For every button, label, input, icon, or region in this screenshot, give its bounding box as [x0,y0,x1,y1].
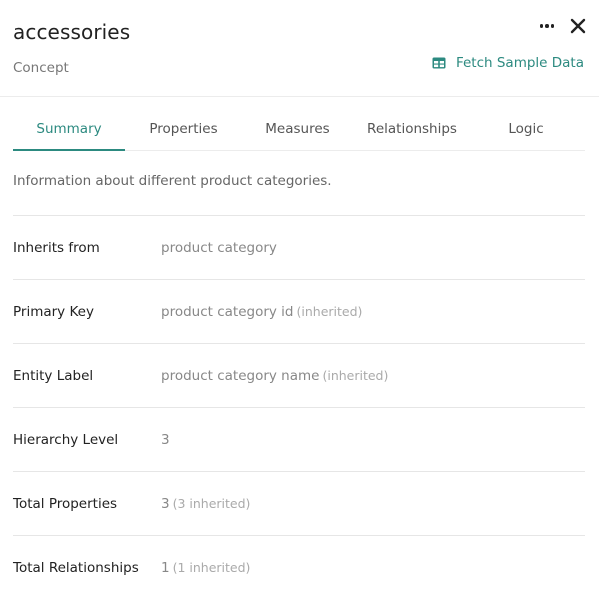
row-value: 3 [161,495,170,512]
concept-description: Information about different product cate… [13,173,332,189]
more-dot [550,24,555,28]
table-icon [432,57,446,69]
page-title: accessories [13,20,131,44]
table-row: Total Properties 3 (3 inherited) [13,471,585,535]
row-label: Primary Key [13,303,94,320]
summary-table: Inherits from product category Primary K… [13,215,585,599]
tab-measures[interactable]: Measures [242,108,353,150]
tab-summary[interactable]: Summary [13,108,125,151]
row-value: 1 [161,559,170,576]
tab-bar: Summary Properties Measures Relationship… [13,108,585,151]
row-value: product category id [161,303,294,320]
row-note: (inherited) [296,304,363,319]
close-icon [570,18,586,34]
table-row: Inherits from product category [13,215,585,279]
row-note: (1 inherited) [172,560,251,575]
row-label: Total Relationships [13,559,139,576]
table-row: Total Relationships 1 (1 inherited) [13,535,585,599]
fetch-sample-data-button[interactable]: Fetch Sample Data [432,55,584,71]
entity-type-label: Concept [13,60,69,76]
more-dot [545,24,549,28]
row-value: product category [161,239,277,256]
tab-relationships[interactable]: Relationships [353,108,471,150]
row-value: product category name [161,367,320,384]
table-row: Primary Key product category id (inherit… [13,279,585,343]
row-note: (3 inherited) [172,496,251,511]
more-horizontal-icon [539,24,544,28]
row-label: Entity Label [13,367,94,384]
row-value: 3 [161,431,170,448]
close-button[interactable] [568,16,588,36]
row-label: Inherits from [13,239,100,256]
row-note: (inherited) [322,368,389,383]
table-row: Entity Label product category name (inhe… [13,343,585,407]
more-options-button[interactable] [536,16,558,36]
table-row: Hierarchy Level 3 [13,407,585,471]
row-label: Hierarchy Level [13,431,119,448]
tab-logic[interactable]: Logic [471,108,581,150]
panel-header: accessories Concept Fetch Sample Data [0,0,599,97]
fetch-sample-data-label: Fetch Sample Data [455,55,584,71]
concept-detail-panel: accessories Concept Fetch Sample Data Su… [0,0,599,610]
tab-properties[interactable]: Properties [125,108,242,150]
row-label: Total Properties [13,495,118,512]
